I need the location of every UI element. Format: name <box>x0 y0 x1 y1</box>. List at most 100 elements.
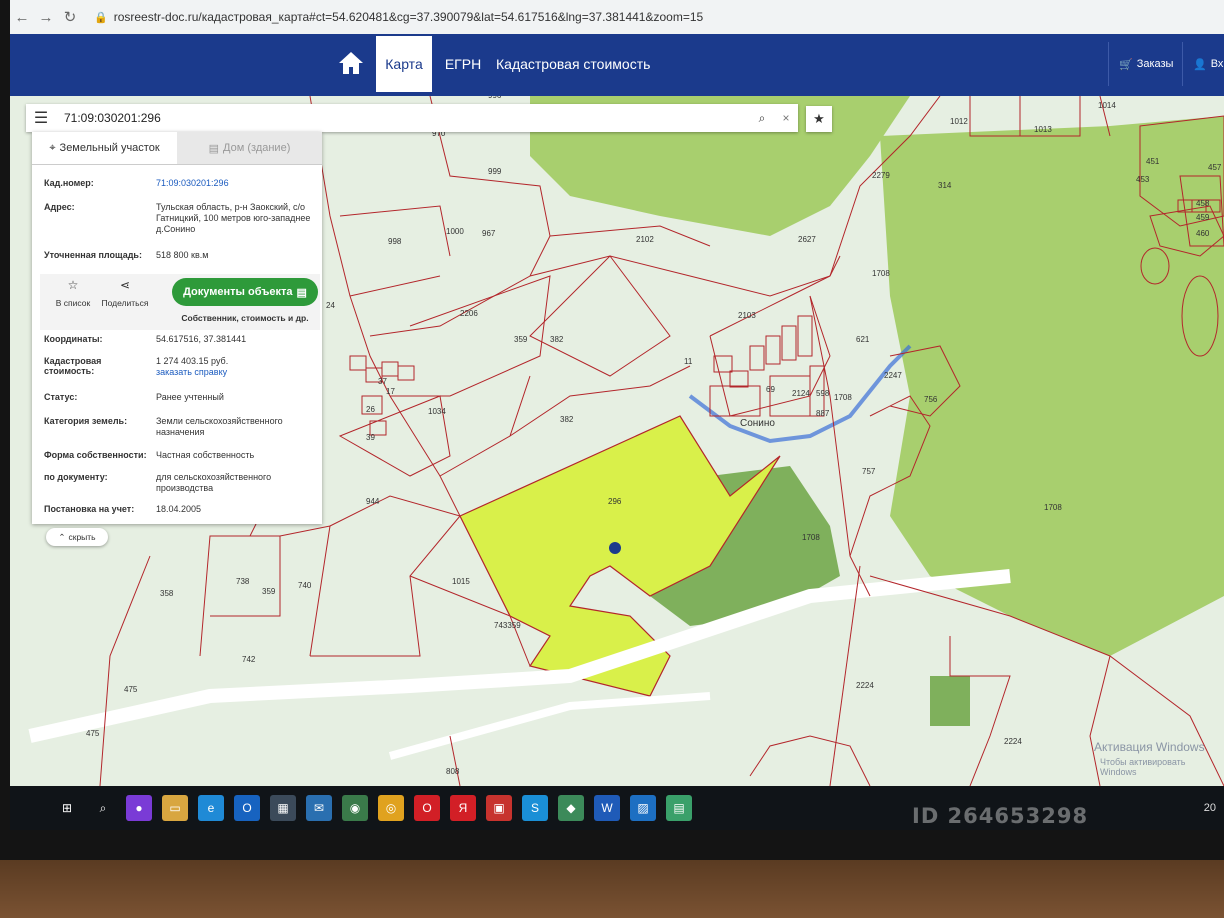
app-icon[interactable]: ◆ <box>558 795 584 821</box>
search-input[interactable]: 71:09:030201:296 <box>56 111 750 125</box>
add-to-list-label: В список <box>55 298 91 308</box>
globe-icon[interactable]: ◉ <box>342 795 368 821</box>
document-icon: ▤ <box>296 286 307 299</box>
pin-icon: ⌖ <box>49 141 56 154</box>
ownership-label: Форма собственности: <box>44 450 147 460</box>
parcel-label: 1034 <box>428 407 446 416</box>
tab-egrn[interactable]: ЕГРН <box>438 36 488 92</box>
address-label: Адрес: <box>44 202 75 212</box>
login-label: Вх <box>1210 58 1224 70</box>
browser-toolbar: ← → ↻ 🔒 rosreestr-doc.ru/кадастровая_кар… <box>10 0 1224 34</box>
parcel-info-panel: ⌖ Земельный участок ▤ Дом (здание) Кад.н… <box>32 132 322 524</box>
mail-icon[interactable]: ✉ <box>306 795 332 821</box>
parcel-label: 740 <box>298 581 312 590</box>
location-marker <box>609 542 621 554</box>
parcel-label: 1012 <box>950 117 968 126</box>
cad-number-value[interactable]: 71:09:030201:296 <box>156 178 316 189</box>
panel-tabs: ⌖ Земельный участок ▤ Дом (здание) <box>32 132 322 165</box>
forest-area <box>930 676 970 726</box>
word-icon[interactable]: W <box>594 795 620 821</box>
file-explorer-icon[interactable]: ▭ <box>162 795 188 821</box>
parcel-label: 26 <box>366 405 375 414</box>
status-label: Статус: <box>44 392 78 402</box>
tab-cadastral-cost[interactable]: Кадастровая стоимость <box>496 36 650 92</box>
skype-icon[interactable]: S <box>522 795 548 821</box>
road <box>388 692 711 760</box>
parcel-label: 756 <box>924 395 938 404</box>
parcel-label: 296 <box>608 497 622 506</box>
cad-number-label: Кад.номер: <box>44 178 94 188</box>
area-label: Уточненная площадь: <box>44 250 142 260</box>
category-label: Категория земель: <box>44 416 128 426</box>
parcel-label: 621 <box>856 335 870 344</box>
windows-activation-hint: Чтобы активировать Windows <box>1100 757 1186 777</box>
outlook-icon[interactable]: O <box>234 795 260 821</box>
edge-icon[interactable]: e <box>198 795 224 821</box>
parcel-label: 2103 <box>738 311 756 320</box>
documents-subtitle: Собственник, стоимость и др. <box>181 313 309 323</box>
hide-panel-button[interactable]: ⌃ скрыть <box>46 528 108 546</box>
documents-button-label: Документы объекта <box>183 286 293 298</box>
address-bar[interactable]: rosreestr-doc.ru/кадастровая_карта#ct=54… <box>114 10 703 24</box>
parcel-label: 1708 <box>802 533 820 542</box>
parcel-label: 11 <box>684 357 693 366</box>
parcel-label: 742 <box>242 655 256 664</box>
user-icon: 👤 <box>1193 58 1207 71</box>
registered-label: Постановка на учет: <box>44 504 135 514</box>
taskbar-clock: 20 <box>1203 802 1216 814</box>
tab-house-label: Дом (здание) <box>223 142 291 154</box>
alice-icon[interactable]: ● <box>126 795 152 821</box>
parcel-label: 808 <box>446 767 460 776</box>
tab-house[interactable]: ▤ Дом (здание) <box>177 132 322 164</box>
add-to-list-button[interactable]: ☆ В список <box>48 278 98 308</box>
object-documents-button[interactable]: Документы объекта ▤ <box>172 278 318 306</box>
tab-land-plot[interactable]: ⌖ Земельный участок <box>32 132 177 164</box>
address-value: Тульская область, р-н Заокский, с/о Гатн… <box>156 202 311 234</box>
back-icon[interactable]: ← <box>10 9 34 26</box>
parcel-label: 475 <box>124 685 138 694</box>
search-icon[interactable]: ⌕ <box>750 111 774 126</box>
parcel-label: 1708 <box>834 393 852 402</box>
tab-land-plot-label: Земельный участок <box>59 142 160 154</box>
store-icon[interactable]: ▦ <box>270 795 296 821</box>
orders-label: Заказы <box>1136 58 1174 70</box>
parcel-label: 2124 <box>792 389 810 398</box>
village-label: Сонино <box>740 418 775 429</box>
share-button[interactable]: ⋖ Поделиться <box>100 278 150 308</box>
reload-icon[interactable]: ↻ <box>58 8 82 26</box>
favorite-star-button[interactable]: ★ <box>806 106 832 132</box>
cost-block: 1 274 403.15 руб. заказать справку <box>156 356 316 378</box>
parcel-label: 475 <box>86 729 100 738</box>
chrome-icon[interactable]: ◎ <box>378 795 404 821</box>
parcel-label: 457 <box>1208 163 1222 172</box>
parcel-label: 999 <box>488 167 502 176</box>
coords-value: 54.617516, 37.381441 <box>156 334 247 344</box>
parcel-label: 1708 <box>1044 503 1062 512</box>
home-icon[interactable] <box>336 48 366 78</box>
star-outline-icon: ☆ <box>67 278 79 292</box>
search-icon[interactable]: ⌕ <box>90 795 116 821</box>
parcel-label: 1708 <box>872 269 890 278</box>
windows-start-icon[interactable]: ⊞ <box>54 795 80 821</box>
yandex-browser-icon[interactable]: Я <box>450 795 476 821</box>
parcel-label: 458 <box>1196 199 1210 208</box>
parcel-label: 24 <box>326 301 335 310</box>
parcel-label: 382 <box>560 415 574 424</box>
registered-value: 18.04.2005 <box>156 504 202 514</box>
app-icon[interactable]: ▤ <box>666 795 692 821</box>
clear-icon[interactable]: × <box>774 111 798 125</box>
parcel-label: 996 <box>488 96 502 100</box>
parcel-label: 358 <box>160 589 174 598</box>
parcel-label: 2247 <box>884 371 902 380</box>
photos-icon[interactable]: ▨ <box>630 795 656 821</box>
forward-icon[interactable]: → <box>34 9 58 26</box>
ownership-value: Частная собственность <box>156 450 255 460</box>
orders-button[interactable]: 🛒 Заказы <box>1108 42 1173 86</box>
opera-icon[interactable]: O <box>414 795 440 821</box>
tab-map[interactable]: Карта <box>376 36 432 92</box>
area-value: 518 800 кв.м <box>156 250 209 260</box>
login-button[interactable]: 👤 Вх <box>1182 42 1223 86</box>
order-certificate-link[interactable]: заказать справку <box>156 367 227 377</box>
app-icon[interactable]: ▣ <box>486 795 512 821</box>
menu-icon[interactable]: ☰ <box>26 108 56 128</box>
